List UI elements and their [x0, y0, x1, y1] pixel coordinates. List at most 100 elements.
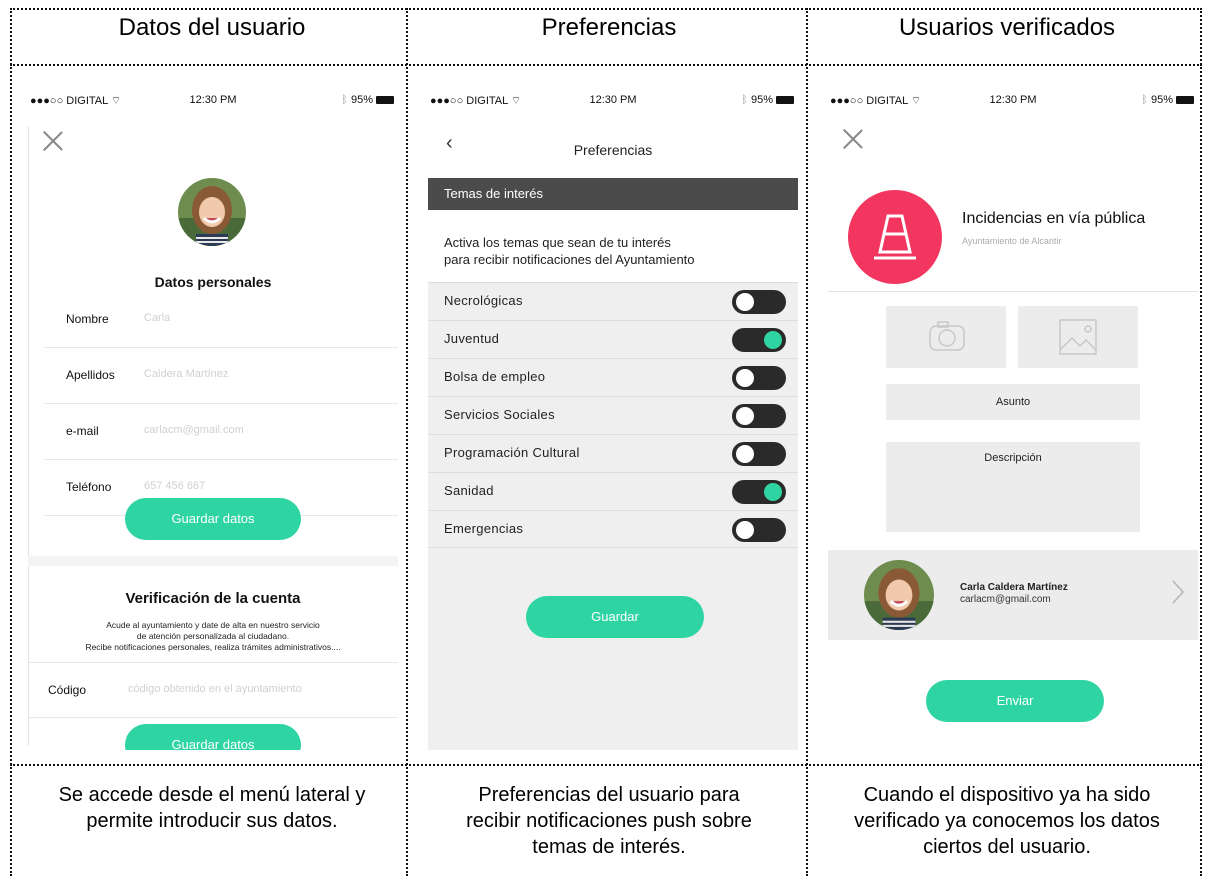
field-label: Nombre	[66, 312, 109, 326]
avatar	[864, 560, 934, 630]
caption-verified: Cuando el dispositivo ya ha sido verific…	[854, 784, 1160, 858]
toggle-knob	[736, 369, 754, 387]
bluetooth-icon: ᛒ	[341, 94, 348, 106]
topic-row-programacion-cultural: Programación Cultural	[428, 434, 798, 472]
grid-divider-1	[406, 8, 408, 876]
name-input[interactable]: Carla	[144, 312, 170, 324]
topic-label: Emergencias	[444, 521, 524, 536]
user-email: carlacm@gmail.com	[960, 594, 1051, 605]
toggle-juventud[interactable]	[732, 328, 786, 352]
topics-intro: Activa los temas que sean de tu interés …	[444, 235, 695, 267]
save-data-button[interactable]: Guardar datos	[125, 498, 301, 540]
gallery-button[interactable]	[1018, 306, 1138, 368]
caption-user: Se accede desde el menú lateral y permit…	[58, 784, 366, 832]
status-bar: ●●●○○ DIGITAL ⌔ 12:30 PM ᛒ 95%	[428, 92, 798, 110]
status-bar: ●●●○○ DIGITAL ⌔ 12:30 PM ᛒ 95%	[828, 92, 1198, 110]
topic-row-emergencias: Emergencias	[428, 510, 798, 548]
topic-label: Programación Cultural	[444, 445, 580, 460]
toggle-sanidad[interactable]	[732, 480, 786, 504]
incident-subtitle: Ayuntamiento de Alcantir	[962, 236, 1062, 246]
toggle-knob	[736, 521, 754, 539]
battery-indicator: ᛒ 95%	[1141, 94, 1194, 106]
toggle-knob	[764, 483, 782, 501]
battery-icon	[1176, 96, 1194, 105]
user-name: Carla Caldera Martínez	[960, 582, 1068, 593]
battery-indicator: ᛒ 95%	[741, 94, 794, 106]
description-field[interactable]: Descripción	[886, 442, 1140, 532]
form-row-email: e-mail carlacm@gmail.com	[44, 404, 398, 460]
grid-header-divider	[10, 64, 1202, 66]
column-title-preferences: Preferencias	[541, 14, 677, 41]
grid-border-top	[10, 8, 1202, 10]
save-preferences-button[interactable]: Guardar	[526, 596, 704, 638]
field-label: Teléfono	[66, 480, 112, 494]
topic-label: Juventud	[444, 331, 500, 346]
topic-row-juventud: Juventud	[428, 320, 798, 358]
toggle-knob	[764, 331, 782, 349]
topics-list: Necrológicas Juventud Bolsa de empleo Se…	[428, 282, 798, 548]
form-row-code: Código código obtenido en el ayuntamient…	[28, 662, 398, 718]
battery-indicator: ᛒ 95%	[341, 94, 394, 106]
surname-input[interactable]: Caldera Martínez	[144, 368, 228, 380]
column-title-verified: Usuarios verificados	[898, 14, 1116, 41]
topic-row-bolsa-empleo: Bolsa de empleo	[428, 358, 798, 396]
chevron-right-icon[interactable]	[1170, 578, 1186, 606]
phone-input[interactable]: 657 456 667	[144, 480, 205, 492]
camera-button[interactable]	[886, 306, 1006, 368]
battery-icon	[376, 96, 394, 105]
field-label: e-mail	[66, 424, 99, 438]
grid-divider-2	[806, 8, 808, 876]
header-separator	[828, 291, 1198, 292]
topic-row-servicios-sociales: Servicios Sociales	[428, 396, 798, 434]
column-title-user: Datos del usuario	[118, 14, 306, 41]
battery-icon	[776, 96, 794, 105]
grid-border-left	[10, 8, 12, 876]
code-input[interactable]: código obtenido en el ayuntamiento	[128, 683, 302, 695]
preferences-screen: ●●●○○ DIGITAL ⌔ 12:30 PM ᛒ 95% ‹ Prefere…	[428, 86, 798, 750]
verification-title: Verificación de la cuenta	[125, 590, 301, 607]
field-label: Apellidos	[66, 368, 115, 382]
toggle-knob	[736, 407, 754, 425]
avatar-photo	[864, 560, 934, 630]
bluetooth-icon: ᛒ	[1141, 94, 1148, 106]
topic-label: Bolsa de empleo	[444, 369, 546, 384]
field-label: Código	[48, 683, 87, 697]
toggle-programacion-cultural[interactable]	[732, 442, 786, 466]
toggle-necrologicas[interactable]	[732, 290, 786, 314]
user-data-screen: ●●●○○ DIGITAL ⌔ 12:30 PM ᛒ 95% Datos per…	[28, 86, 398, 750]
close-icon[interactable]	[842, 128, 864, 150]
toggle-servicios-sociales[interactable]	[732, 404, 786, 428]
verified-user-screen: ●●●○○ DIGITAL ⌔ 12:30 PM ᛒ 95% Incidenci…	[828, 86, 1198, 750]
screen-edge	[28, 126, 29, 746]
topic-label: Necrológicas	[444, 293, 523, 308]
image-icon	[1059, 319, 1097, 355]
verification-description: Acude al ayuntamiento y date de alta en …	[85, 620, 341, 652]
topic-row-sanidad: Sanidad	[428, 472, 798, 510]
status-bar: ●●●○○ DIGITAL ⌔ 12:30 PM ᛒ 95%	[28, 92, 398, 110]
grid-border-right	[1200, 8, 1202, 876]
topic-label: Sanidad	[444, 483, 494, 498]
grid-caption-divider	[10, 764, 1202, 766]
caption-preferences: Preferencias del usuario para recibir no…	[466, 784, 752, 858]
incident-category-badge	[848, 190, 942, 284]
email-input[interactable]: carlacm@gmail.com	[144, 424, 244, 436]
verified-user-card[interactable]: Carla Caldera Martínez carlacm@gmail.com	[828, 550, 1198, 640]
avatar	[178, 178, 246, 246]
topic-row-necrologicas: Necrológicas	[428, 282, 798, 320]
toggle-bolsa-empleo[interactable]	[732, 366, 786, 390]
form-row-name: Nombre Carla	[44, 292, 398, 348]
camera-icon	[929, 321, 965, 351]
section-divider	[28, 556, 398, 566]
send-button[interactable]: Enviar	[926, 680, 1104, 722]
close-icon[interactable]	[42, 130, 64, 152]
page-title: Preferencias	[573, 142, 653, 158]
toggle-emergencias[interactable]	[732, 518, 786, 542]
avatar-photo	[178, 178, 246, 246]
save-code-button[interactable]: Guardar datos	[125, 724, 301, 750]
incident-title: Incidencias en vía pública	[962, 210, 1146, 227]
form-row-surname: Apellidos Caldera Martínez	[44, 348, 398, 404]
bluetooth-icon: ᛒ	[741, 94, 748, 106]
topic-label: Servicios Sociales	[444, 407, 555, 422]
subject-field[interactable]: Asunto	[886, 384, 1140, 420]
toggle-knob	[736, 293, 754, 311]
